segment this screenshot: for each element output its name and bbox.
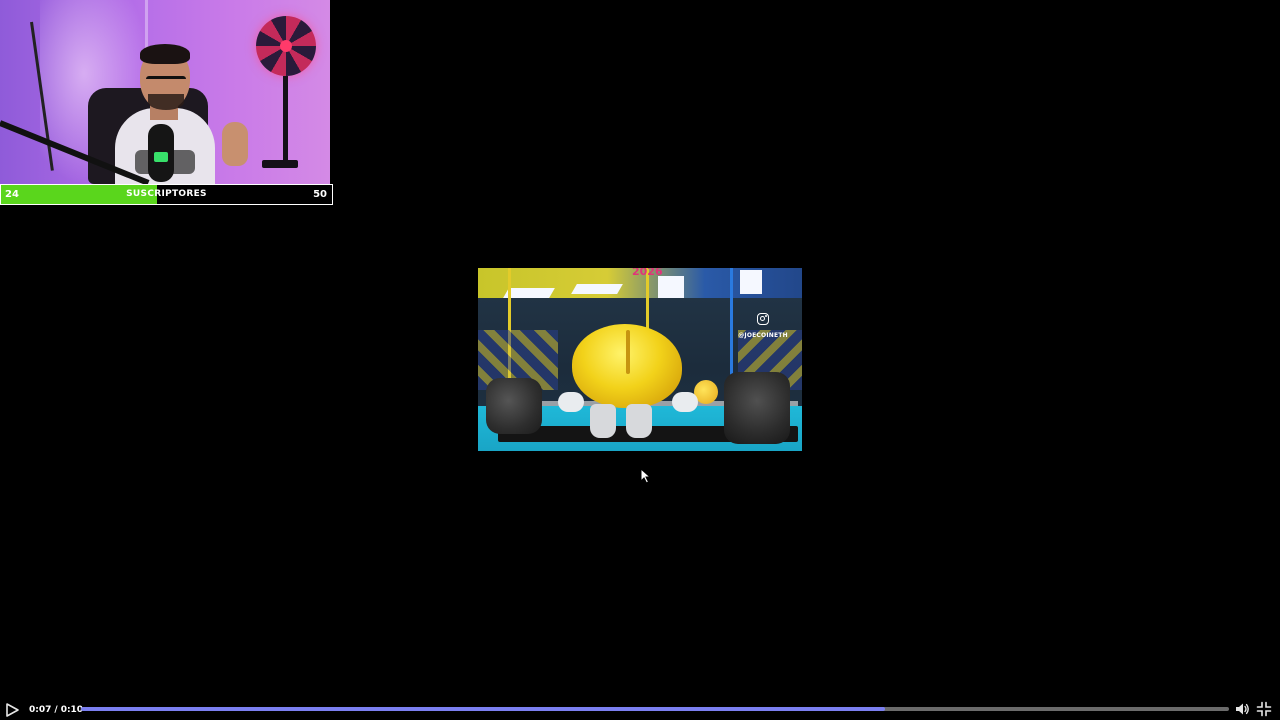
subscriber-goal-target: 50 [313, 189, 327, 200]
seek-bar[interactable] [81, 707, 1229, 711]
exit-fullscreen-icon[interactable] [1256, 701, 1272, 717]
duration: 0:10 [60, 705, 84, 715]
mouse-cursor-icon [640, 468, 652, 484]
instagram-icon [757, 313, 769, 325]
webcam-overlay [0, 0, 330, 184]
clip-year-text: 2026 [632, 268, 663, 278]
embedded-video-clip: 2026 @JOECOINETH [478, 268, 802, 451]
player-controls: 0:07/0:10 [0, 699, 1280, 720]
instagram-handle: @JOECOINETH [738, 332, 788, 339]
seek-bar-played [81, 707, 885, 711]
subscriber-goal-bar: 24 SUSCRIPTORES 50 [0, 184, 333, 205]
time-separator: / [54, 705, 58, 715]
current-time: 0:07 [29, 705, 52, 715]
play-icon[interactable] [4, 702, 20, 718]
volume-icon[interactable] [1234, 701, 1250, 717]
stream-player[interactable]: 24 SUSCRIPTORES 50 2026 @JOECOINETH 0:07… [0, 0, 1280, 720]
time-display: 0:07/0:10 [29, 702, 83, 718]
subscriber-goal-label: SUSCRIPTORES [126, 189, 207, 199]
